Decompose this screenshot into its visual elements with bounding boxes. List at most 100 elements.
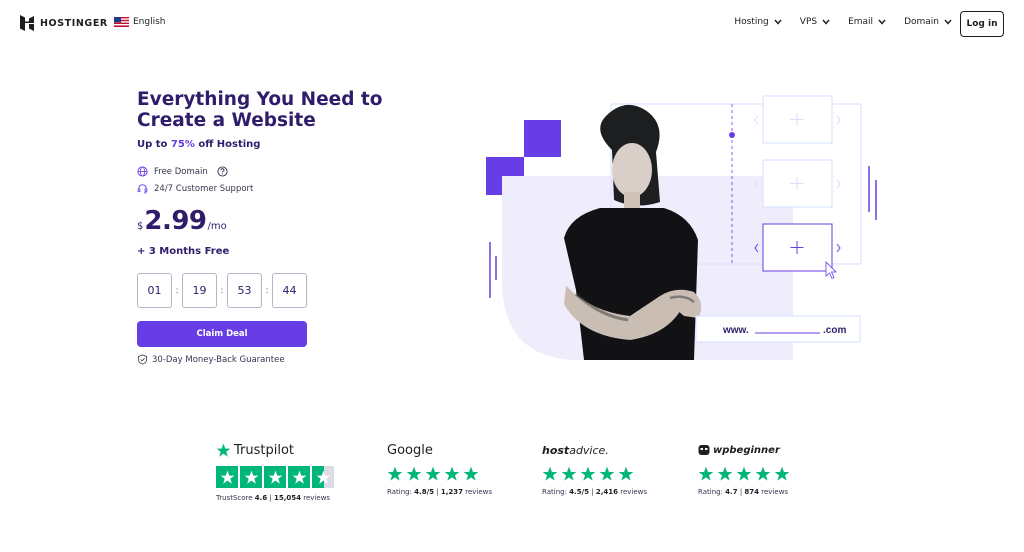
score-label: Rating: — [542, 488, 567, 496]
star-icon — [561, 466, 577, 481]
feature-label: 24/7 Customer Support — [154, 183, 254, 194]
trustpilot-star-icon — [216, 443, 231, 457]
google-score: Rating: 4.8/5 | 1,237 reviews — [387, 488, 492, 496]
star-icon — [216, 466, 238, 488]
money-back-guarantee: 30-Day Money-Back Guarantee — [137, 354, 285, 365]
price: $ 2.99 /mo — [137, 206, 227, 236]
review-count-label: reviews — [465, 488, 493, 496]
wpbeginner-icon — [698, 445, 710, 455]
hero-title-line1: Everything You Need to — [137, 89, 383, 110]
hero-title: Everything You Need to Create a Website — [137, 89, 397, 131]
feature-free-domain: Free Domain — [137, 166, 228, 177]
review-trustpilot[interactable]: Trustpilot TrustScore 4.6 | 15,054 revie… — [216, 440, 334, 502]
score-value: 4.5/5 — [569, 488, 589, 496]
trustpilot-score: TrustScore 4.6 | 15,054 reviews — [216, 494, 334, 502]
star-icon — [599, 466, 615, 481]
trustpilot-stars — [216, 466, 334, 488]
google-logo: Google — [387, 442, 433, 458]
chevron-down-icon — [944, 19, 952, 25]
hostadvice-brand-b: advice. — [569, 443, 609, 457]
score-label: Rating: — [698, 488, 723, 496]
review-count: 1,237 — [440, 488, 463, 496]
score-value: 4.6 — [254, 494, 268, 502]
language-selector[interactable]: English — [114, 17, 166, 27]
star-icon — [736, 466, 752, 481]
star-icon — [264, 466, 286, 488]
price-amount: 2.99 — [144, 206, 207, 236]
star-icon — [240, 466, 262, 488]
review-count-label: reviews — [303, 494, 331, 502]
header: HOSTINGER English Hosting VPS Email Doma… — [0, 0, 1024, 46]
nav-hosting[interactable]: Hosting — [734, 17, 782, 27]
price-currency: $ — [137, 221, 144, 232]
chevron-down-icon — [878, 19, 886, 25]
globe-icon — [137, 166, 148, 177]
wpbeginner-brand: wpbeginner — [713, 444, 780, 456]
discount-prefix: Up to — [137, 139, 171, 150]
wpbeginner-score: Rating: 4.7 | 874 reviews — [698, 488, 790, 496]
hostinger-logo-icon — [20, 15, 34, 31]
score-separator: | — [739, 488, 743, 496]
headset-icon — [137, 184, 148, 194]
review-wpbeginner[interactable]: wpbeginner Rating: 4.7 | 874 reviews — [698, 440, 790, 496]
review-hostadvice[interactable]: host advice. Rating: 4.5/5 | 2,416 review… — [542, 440, 648, 497]
domain-prefix: www. — [722, 325, 749, 336]
score-separator: | — [591, 488, 594, 496]
review-count: 2,416 — [595, 488, 618, 496]
score-value: 4.7 — [725, 488, 738, 496]
star-icon — [288, 466, 310, 488]
star-icon — [406, 466, 422, 481]
discount-value: 75% — [170, 139, 195, 150]
review-google[interactable]: Google Rating: 4.8/5 | 1,237 reviews — [387, 440, 492, 497]
hostadvice-logo: host advice. — [542, 440, 647, 460]
language-label: English — [133, 17, 166, 27]
wpbeginner-logo: wpbeginner — [698, 440, 790, 460]
score-value: 4.8/5 — [414, 488, 434, 496]
star-icon — [717, 466, 733, 481]
feature-label: Free Domain — [154, 166, 208, 177]
timer-separator: : — [265, 285, 269, 296]
hostadvice-stars — [542, 466, 647, 482]
star-half-icon — [312, 466, 334, 488]
main-nav: Hosting VPS Email Domain — [734, 17, 952, 27]
timer-hours: 19 — [182, 273, 217, 308]
hostadvice-brand-a: host — [542, 443, 570, 457]
star-icon — [444, 466, 460, 481]
logo[interactable]: HOSTINGER — [20, 15, 108, 31]
brand-name: HOSTINGER — [40, 17, 108, 29]
hero-illustration: www. .com — [486, 95, 877, 360]
price-period: /mo — [207, 221, 227, 232]
timer-minutes: 53 — [227, 273, 262, 308]
countdown-timer: 01 : 19 : 53 : 44 — [137, 273, 307, 308]
nav-domain[interactable]: Domain — [904, 17, 952, 27]
person-illustration — [564, 104, 702, 360]
score-label: Rating: — [387, 488, 412, 496]
review-count-label: reviews — [620, 488, 648, 496]
star-icon — [618, 466, 634, 481]
timer-days: 01 — [137, 273, 172, 308]
score-separator: | — [269, 494, 272, 502]
feature-support: 24/7 Customer Support — [137, 183, 253, 194]
claim-deal-button[interactable]: Claim Deal — [137, 321, 307, 347]
nav-vps[interactable]: VPS — [800, 17, 830, 27]
reviews-section: Trustpilot TrustScore 4.6 | 15,054 revie… — [0, 440, 1024, 520]
nav-label: Domain — [904, 17, 939, 27]
chevron-down-icon — [822, 19, 830, 25]
timer-seconds: 44 — [272, 273, 307, 308]
help-icon[interactable] — [217, 166, 228, 177]
purple-square — [524, 120, 561, 157]
score-separator: | — [436, 488, 439, 496]
hero-title-line2: Create a Website — [137, 110, 316, 131]
star-icon — [698, 466, 714, 481]
nav-label: VPS — [799, 17, 818, 27]
star-icon — [463, 466, 479, 481]
login-button[interactable]: Log in — [960, 11, 1004, 37]
score-label: TrustScore — [216, 494, 253, 502]
nav-email[interactable]: Email — [848, 17, 886, 27]
review-count-label: reviews — [761, 488, 789, 496]
nav-label: Hosting — [734, 17, 769, 27]
star-icon — [755, 466, 771, 481]
wpbeginner-stars — [698, 466, 790, 482]
shield-check-icon — [137, 354, 148, 365]
star-icon — [425, 466, 441, 481]
